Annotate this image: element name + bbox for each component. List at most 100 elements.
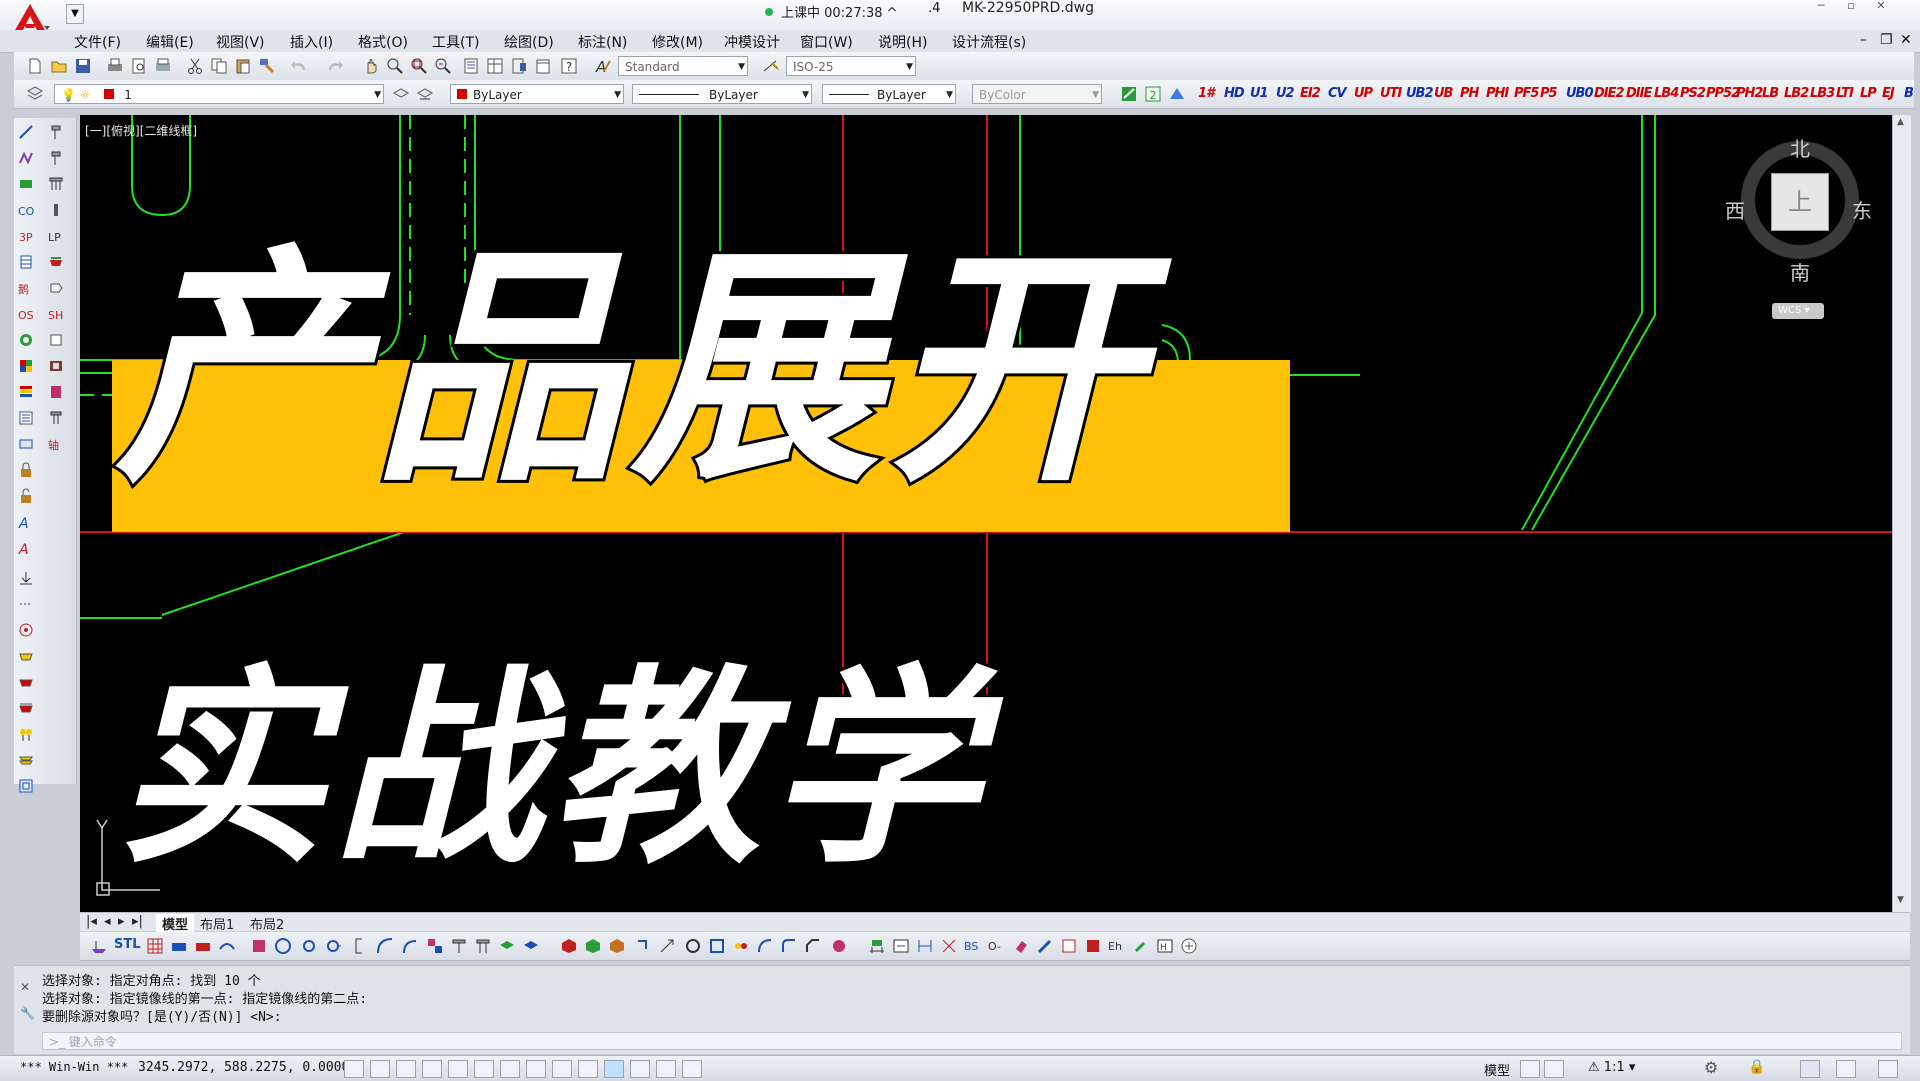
list-tool-icon[interactable] (18, 410, 34, 426)
die-set-icon[interactable] (48, 358, 64, 374)
menu-edit[interactable]: 编辑(E) (146, 32, 194, 52)
tab-nav-last-icon[interactable]: ▸| (132, 914, 143, 929)
layer-previous-icon[interactable] (416, 85, 434, 103)
custom-tool-phi[interactable]: PHI (1486, 86, 1509, 101)
custom-tool-diie[interactable]: DIIE (1626, 86, 1652, 101)
punch-icon[interactable] (48, 150, 64, 166)
mtext-tool-icon[interactable]: A (18, 540, 34, 556)
match-properties-icon[interactable] (258, 57, 276, 75)
chevron-up-icon[interactable]: ^ (887, 6, 898, 21)
bottom-tool-block3-icon[interactable]: Eh (1108, 937, 1126, 955)
plate-a-icon[interactable] (18, 648, 34, 664)
layer-select[interactable]: 💡 ☼ 1 ▼ (54, 84, 384, 104)
snap-mode-toggle[interactable] (344, 1060, 364, 1078)
layout-view-icon[interactable] (1520, 1060, 1540, 1078)
wcs-menu-button[interactable]: WCS ▾ (1772, 303, 1824, 319)
block-tool-icon[interactable] (18, 436, 34, 452)
zoom-previous-icon[interactable] (434, 57, 452, 75)
custom-tool-u1[interactable]: U1 (1250, 86, 1269, 101)
tab-model[interactable]: 模型 (156, 914, 195, 933)
coordinate-readout[interactable]: 3245.2972, 588.2275, 0.0000 (138, 1060, 349, 1075)
bottom-tool-copy-icon[interactable] (708, 937, 726, 955)
custom-tool-die2[interactable]: DIE2 (1594, 86, 1625, 101)
properties-icon[interactable] (462, 57, 480, 75)
bottom-tool-refresh-icon[interactable] (684, 937, 702, 955)
compass-east[interactable]: 东 (1852, 195, 1872, 224)
bottom-tool-curve-icon[interactable] (218, 937, 236, 955)
menu-help[interactable]: 说明(H) (878, 32, 927, 52)
tab-layout1[interactable]: 布局1 (200, 914, 234, 933)
undo-icon[interactable] (290, 57, 308, 75)
insert-block-icon[interactable] (18, 570, 34, 586)
minimize-button[interactable]: ─ (1808, 0, 1834, 14)
stripper-icon[interactable] (48, 410, 64, 426)
zoom-window-icon[interactable] (410, 57, 428, 75)
transparency-toggle[interactable] (604, 1060, 624, 1078)
bottom-tool-printer2-icon[interactable] (194, 937, 212, 955)
gradient-tool-icon[interactable] (18, 384, 34, 400)
bottom-tool-chamfer-icon[interactable] (804, 937, 822, 955)
menu-die-design[interactable]: 冲模设计 (724, 32, 780, 52)
wheel-tool-icon[interactable]: 轴 (48, 436, 64, 452)
menu-window[interactable]: 窗口(W) (800, 32, 853, 52)
lineweight-select[interactable]: ByLayer ▼ (822, 84, 956, 104)
color-select[interactable]: ByLayer ▼ (450, 84, 624, 104)
bottom-tool-explode-icon[interactable] (830, 937, 848, 955)
bottom-tool-frame-icon[interactable]: H (1156, 937, 1174, 955)
doc-restore-button[interactable]: ❐ (1880, 32, 1893, 48)
bottom-tool-3d3-icon[interactable] (608, 937, 626, 955)
bottom-tool-punch2-icon[interactable] (474, 937, 492, 955)
pan-icon[interactable] (362, 57, 380, 75)
bottom-tool-bracket-icon[interactable] (350, 937, 368, 955)
custom-tool-pf5[interactable]: PF5 (1514, 86, 1539, 101)
custom-tool-lb[interactable]: LB (1762, 86, 1779, 101)
bottom-tool-arc2-icon[interactable] (400, 937, 418, 955)
target-tool-icon[interactable] (18, 622, 34, 638)
guide-block-icon[interactable] (48, 384, 64, 400)
bottom-tool-add-icon[interactable] (1180, 937, 1198, 955)
bottom-tool-arc-icon[interactable] (376, 937, 394, 955)
bottom-tool-dim5-icon[interactable]: BS (964, 937, 982, 955)
bottom-tool-block2-icon[interactable] (1084, 937, 1102, 955)
custom-tool-ub0[interactable]: UB0 (1566, 86, 1593, 101)
arc-tool-icon[interactable]: CO (18, 202, 34, 218)
viewcube-face-top[interactable]: 上 (1771, 173, 1829, 231)
linetype-select[interactable]: ByLayer ▼ (632, 84, 812, 104)
bottom-tool-mirror-icon[interactable] (732, 937, 750, 955)
bottom-tool-pen-icon[interactable] (1036, 937, 1054, 955)
custom-tool-cv[interactable]: CV (1328, 86, 1347, 101)
bottom-tool-layer2-icon[interactable] (522, 937, 540, 955)
tab-nav-first-icon[interactable]: |◂ (86, 914, 97, 929)
custom-tool-lp[interactable]: LP (1860, 86, 1877, 101)
polyline-icon[interactable] (18, 150, 34, 166)
hatch-tool-icon[interactable]: 鹅 (18, 280, 34, 296)
print-preview-icon[interactable] (130, 57, 148, 75)
custom-tool-ej[interactable]: EJ (1882, 86, 1895, 101)
bottom-tool-wrench-icon[interactable] (1132, 937, 1150, 955)
open-folder-icon[interactable] (50, 57, 68, 75)
layer-manager-icon[interactable] (26, 85, 44, 103)
make-current-layer-icon[interactable] (392, 85, 410, 103)
bottom-tool-layer-icon[interactable] (498, 937, 516, 955)
custom-tool-lti[interactable]: LTI (1836, 86, 1854, 101)
help-icon[interactable]: ? (560, 57, 578, 75)
spline-tool-icon[interactable]: OS (18, 306, 34, 322)
maximize-button[interactable]: ▫ (1838, 0, 1864, 14)
menu-dimension[interactable]: 标注(N) (578, 32, 627, 52)
menu-tools[interactable]: 工具(T) (432, 32, 479, 52)
line-tool-icon[interactable] (18, 124, 34, 140)
point-tool-icon[interactable] (18, 596, 34, 612)
paste-icon[interactable] (234, 57, 252, 75)
color-palette-icon[interactable] (18, 358, 34, 374)
custom-tool-p5[interactable]: P5 (1540, 86, 1558, 101)
dynamic-ucs-toggle[interactable] (526, 1060, 546, 1078)
bottom-tool-eraser-icon[interactable] (1012, 937, 1030, 955)
frame-tool-icon[interactable] (18, 778, 34, 794)
dim-style-icon[interactable] (762, 57, 780, 75)
bottom-tool-circle-icon[interactable] (274, 937, 292, 955)
scroll-down-icon[interactable]: ▼ (1897, 895, 1904, 905)
menu-design-flow[interactable]: 设计流程(s) (952, 32, 1026, 52)
model-space-button[interactable]: 模型 (1484, 1060, 1510, 1079)
bottom-tool-dim3-icon[interactable] (916, 937, 934, 955)
menu-view[interactable]: 视图(V) (216, 32, 265, 52)
